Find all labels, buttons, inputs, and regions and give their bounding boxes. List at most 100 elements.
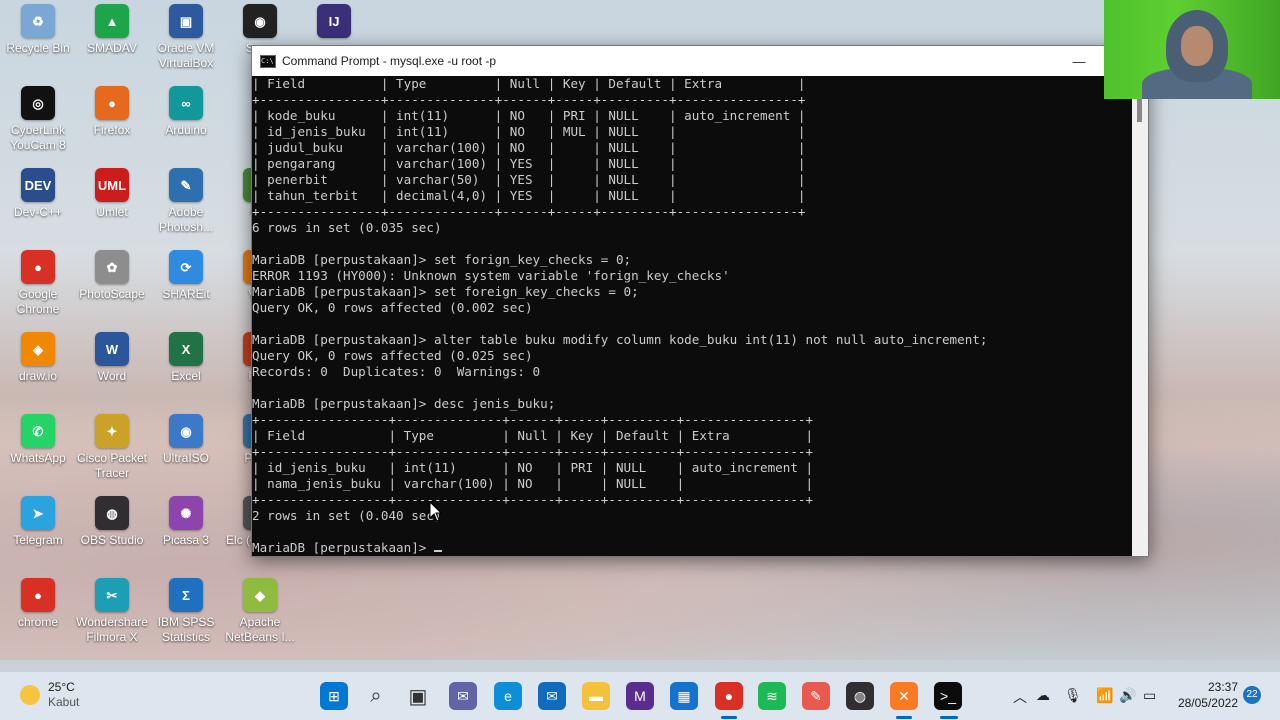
edge-icon[interactable]: e: [494, 682, 522, 710]
running-app-indicator: [721, 716, 737, 719]
desktop-shortcut[interactable]: ◈ draw.io: [0, 332, 76, 384]
notification-count-badge[interactable]: 22: [1243, 686, 1261, 704]
mail-icon[interactable]: ✉: [538, 682, 566, 710]
desktop-shortcut[interactable]: ▲ SMADAV: [74, 4, 150, 56]
running-app-indicator: [896, 716, 912, 719]
show-hidden-icons-chevron-icon[interactable]: ︿: [1013, 687, 1027, 707]
desktop-shortcut[interactable]: DEV Dev-C++: [0, 168, 76, 220]
desktop-shortcut[interactable]: ◆ Apache NetBeans I...: [222, 578, 298, 645]
desktop-shortcut[interactable]: ✦ Cisco Packet Tracer: [74, 414, 150, 481]
mouse-pointer-icon: [429, 501, 443, 522]
microphone-icon[interactable]: 🎙: [1064, 687, 1082, 704]
paint-icon[interactable]: ✎: [802, 682, 830, 710]
command-prompt-window[interactable]: C:\ Command Prompt - mysql.exe -u root -…: [251, 45, 1149, 557]
devcpp-icon: DEV: [21, 168, 55, 202]
console-line: | tahun_terbit | decimal(4,0) | YES | | …: [252, 188, 806, 203]
desktop-shortcut[interactable]: ▣ Oracle VM VirtualBox: [148, 4, 224, 71]
desktop-shortcut[interactable]: UML Umlet: [74, 168, 150, 220]
console-line: +-----------------+--------------+------…: [252, 444, 814, 459]
file-explorer-icon[interactable]: ▬: [582, 682, 610, 710]
desktop-shortcut-label: SMADAV: [87, 41, 137, 55]
chat-icon[interactable]: ✉: [449, 682, 477, 710]
desktop-shortcut-label: Cisco Packet Tracer: [76, 451, 148, 480]
word-icon: W: [95, 332, 129, 366]
cmd-window-title: Command Prompt - mysql.exe -u root -p: [282, 54, 497, 68]
desktop-shortcut-label: Google Chrome: [16, 287, 60, 316]
scrollbar-thumb[interactable]: [1137, 98, 1142, 122]
desktop-shortcut[interactable]: IJ: [296, 4, 372, 41]
minimize-button[interactable]: —: [1056, 46, 1102, 76]
cmd-scrollbar[interactable]: [1132, 76, 1148, 556]
desktop-shortcut[interactable]: W Word: [74, 332, 150, 384]
chrome-taskbar-icon[interactable]: ●: [715, 682, 743, 710]
console-line: Records: 0 Duplicates: 0 Warnings: 0: [252, 364, 541, 379]
desktop-shortcut-label: OBS Studio: [80, 533, 144, 547]
desktop-shortcut[interactable]: ➤ Telegram: [0, 496, 76, 548]
weather-icon: [20, 685, 40, 705]
arduino-icon: ∞: [169, 86, 203, 120]
console-line: | id_jenis_buku | int(11) | NO | PRI | N…: [252, 460, 814, 475]
desktop-shortcut[interactable]: Σ IBM SPSS Statistics: [148, 578, 224, 645]
recycle-bin-icon: ♻: [21, 4, 55, 38]
desktop-shortcut[interactable]: ∞ Arduino: [148, 86, 224, 138]
desktop-shortcut[interactable]: ◍ OBS Studio: [74, 496, 150, 548]
spotify-icon[interactable]: ≋: [758, 682, 786, 710]
desktop-shortcut[interactable]: ✺ Picasa 3: [148, 496, 224, 548]
excel-icon: X: [169, 332, 203, 366]
clock-time: 23:37: [1207, 680, 1238, 694]
running-app-indicator: [940, 716, 958, 719]
desktop-shortcut[interactable]: ● Firefox: [74, 86, 150, 138]
taskbar-clock[interactable]: 23:37 28/05/2022: [1170, 679, 1238, 711]
desktop-shortcut[interactable]: ✿ PhotoScape: [74, 250, 150, 302]
desktop-shortcut-label: Firefox: [93, 123, 131, 137]
wifi-icon[interactable]: 📶: [1096, 687, 1113, 704]
desktop-shortcut[interactable]: ● Google Chrome: [0, 250, 76, 317]
desktop-shortcut[interactable]: ⟳ SHAREit: [148, 250, 224, 302]
obs-taskbar-icon[interactable]: ◍: [846, 682, 874, 710]
desktop-shortcut-label: Oracle VM VirtualBox: [157, 41, 215, 70]
volume-icon[interactable]: 🔊: [1119, 687, 1136, 704]
desktop-shortcut[interactable]: ● chrome: [0, 578, 76, 630]
console-prompt-line[interactable]: MariaDB [perpustakaan]>: [252, 540, 1132, 556]
xampp-icon[interactable]: ✕: [890, 682, 918, 710]
cmd-taskbar-icon[interactable]: >_: [934, 682, 962, 710]
desktop-shortcut-label: Word: [97, 369, 127, 383]
desktop-shortcut[interactable]: ✆ WhatsApp: [0, 414, 76, 466]
task-view-icon[interactable]: ▣: [404, 682, 432, 710]
filmora-icon: ✂: [95, 578, 129, 612]
desktop-shortcut[interactable]: X Excel: [148, 332, 224, 384]
console-line: ERROR 1193 (HY000): Unknown system varia…: [252, 268, 730, 283]
desktop-shortcut[interactable]: ◉ UltraISO: [148, 414, 224, 466]
clock-date: 28/05/2022: [1177, 696, 1238, 710]
desktop-shortcut[interactable]: ✎ Adobe Photosh...: [148, 168, 224, 235]
intellij-icon: IJ: [317, 4, 351, 38]
cmd-console-output[interactable]: | Field | Type | Null | Key | Default | …: [252, 76, 1132, 556]
cmd-titlebar[interactable]: C:\ Command Prompt - mysql.exe -u root -…: [252, 46, 1148, 76]
console-line: +----------------+--------------+------+…: [252, 92, 806, 107]
youcam-icon: ◎: [21, 86, 55, 120]
console-line: | penerbit | varchar(50) | YES | | NULL …: [252, 172, 806, 187]
battery-icon[interactable]: ▭: [1143, 687, 1156, 704]
weather-widget[interactable]: 25°C Kabut: [20, 680, 79, 710]
umlet-icon: UML: [95, 168, 129, 202]
desktop-shortcut-label: Adobe Photosh...: [158, 205, 214, 234]
console-line: 2 rows in set (0.040 sec): [252, 508, 442, 523]
visual-studio-icon[interactable]: M: [626, 682, 654, 710]
desktop-shortcut-label: Dev-C++: [13, 205, 63, 219]
console-line: MariaDB [perpustakaan]> set forign_key_c…: [252, 252, 632, 267]
console-line: +-----------------+--------------+------…: [252, 412, 814, 427]
search-icon[interactable]: ⌕: [362, 682, 390, 710]
desktop-shortcut[interactable]: ✂ Wondershare Filmora X: [74, 578, 150, 645]
desktop-shortcut[interactable]: ◎ CyberLink YouCam 8: [0, 86, 76, 153]
desktop-shortcut[interactable]: ♻ Recycle Bin: [0, 4, 76, 56]
onedrive-icon[interactable]: ☁: [1036, 687, 1050, 704]
desktop-shortcut-label: Excel: [171, 369, 201, 383]
desktop-shortcut-label: WhatsApp: [10, 451, 66, 465]
shareit-icon: ⟳: [169, 250, 203, 284]
store-icon[interactable]: ▦: [670, 682, 698, 710]
console-line: | Field | Type | Null | Key | Default | …: [252, 428, 814, 443]
desktop-shortcut-label: Recycle Bin: [6, 41, 70, 55]
weather-description: Kabut: [48, 695, 80, 709]
start-icon[interactable]: ⊞: [320, 682, 348, 710]
